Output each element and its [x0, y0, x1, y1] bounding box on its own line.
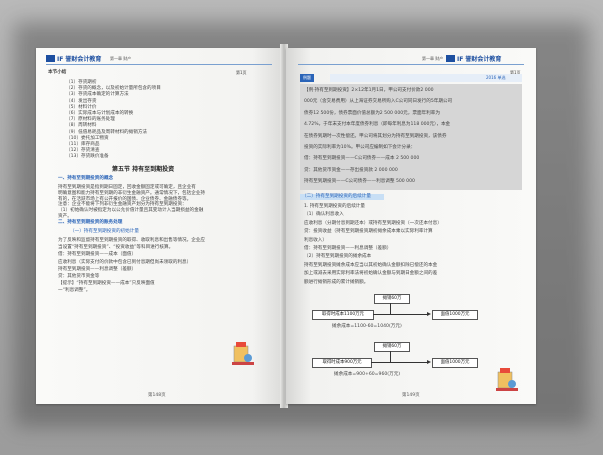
- paragraph-line: 加上或减去采用实际利率法将初始确认金额与到期日金额之间的差: [304, 271, 438, 277]
- outline-item: （3）存货成本确定的计算方法: [66, 92, 129, 98]
- outline-item: （10）委托加工物资: [66, 135, 109, 141]
- diagram-2-top-box: 摊销60万: [374, 342, 410, 352]
- example-line: 【例·持有至到期投资】2×12年1月1日，甲公司支付价款2 000: [304, 88, 434, 93]
- diagram-2-right-box: 面值1000万元: [432, 358, 478, 368]
- logo-mark-icon: [446, 55, 455, 62]
- right-page-number: 第149页: [402, 393, 420, 398]
- paragraph-line: 借：持有至到期投资——利息调整（差额）: [304, 246, 392, 251]
- outline-item: （8）周转材料: [66, 123, 97, 129]
- diagram-2-bottom-label: 摊余成本=900+60=960(万元): [334, 372, 401, 377]
- book-photo-scene: IF 誉财会计教育 第一章 财产 本节小结 第1页 （1）存货期初 （2）存货的概…: [0, 0, 603, 455]
- left-corner-label: 第1页: [236, 70, 247, 75]
- example-line: 000元（含交易费用）从上海证券交易所购入C公司同日发行的5年期公司: [304, 99, 453, 105]
- example-line: 投资的实际利率为10%。甲公司应编制如下会计分录：: [304, 145, 416, 150]
- paragraph-line: 1. 持有至到期投资的后续计量: [304, 204, 365, 209]
- outline-item: （5）材料计价: [66, 104, 97, 110]
- right-page: IF 誉财会计教育 第一章 财产 第1页 例题 2016 单选 【例·持有至到期…: [286, 48, 536, 404]
- diagram-1-right-box: 面值1000万元: [432, 310, 478, 320]
- example-line: 贷：其他货币资金——存出投资款 2 000 000: [304, 167, 398, 173]
- paragraph-line: 一“利息调整”。: [58, 288, 91, 294]
- example-line: 持有至到期投资——C公司债券——利息调整 500 000: [304, 179, 415, 185]
- paragraph-line: 【提示】“持有至到期投资——成本”只反映面值: [58, 281, 155, 287]
- subsection-2-1-title: （一）持有至到期投资的初始计量: [70, 229, 139, 234]
- paragraph-line: 应收利息（分期付息到期还本）或持有至到期投资（一次还本付息）: [304, 220, 442, 226]
- right-header-rule: [298, 64, 524, 65]
- example-line: 债券12 500份，债券票面价值总额为2 500 000元，票面年利率为: [304, 110, 440, 116]
- diagram-2-connector: [390, 351, 391, 362]
- paragraph-line: 为了反映和监督持有至到期投资的取得、收取利息和出售等情况，企业应: [58, 238, 206, 243]
- outline-item: （9）低值易耗品及周转材料的摊销方法: [66, 129, 148, 135]
- outline-item: （4）发出存货: [66, 98, 97, 104]
- paragraph-line: 贷：其他货币资金等: [58, 274, 100, 279]
- left-logo: IF 誉财会计教育: [46, 54, 101, 63]
- right-logo: IF 誉财会计教育: [446, 54, 501, 63]
- example-line: 4.72%，于年末支付本年度债券利息（即每年利息为118 000元），本金: [304, 122, 451, 128]
- left-chapter-label: 本节小结: [48, 70, 67, 75]
- logo-mark-icon: [46, 55, 55, 62]
- left-page-number: 第148页: [148, 393, 166, 398]
- example-line: 在债券到期时一次性偿还。甲公司将其划分为持有至到期投资，该债券: [304, 133, 447, 139]
- paragraph-line: 贷：投资收益（持有至到期投资期初摊余成本乘以实际利率计算: [304, 229, 433, 235]
- diagram-1-arrow: [373, 314, 427, 315]
- diagram-1-bottom-label: 摊余成本=1100-60=1040(万元): [332, 324, 402, 329]
- diagram-1-top-box: 摊销60万: [374, 294, 410, 304]
- diagram-1-arrow-head: [427, 312, 431, 316]
- paragraph-line: 持有至到期投资——利息调整（差额）: [58, 266, 137, 272]
- example-tag: 例题: [300, 74, 314, 82]
- paragraph-line: 额进行摊销形成的累计摊销额。: [304, 279, 369, 285]
- left-page: IF 誉财会计教育 第一章 财产 本节小结 第1页 （1）存货期初 （2）存货的概…: [36, 48, 282, 404]
- paragraph-line: （1）初始确认时被指定为以公允价值计量且其变动计入当期损益的金融: [58, 208, 204, 214]
- diagram-2-arrow-head: [427, 360, 431, 364]
- stationery-icon: [232, 338, 254, 366]
- subsection-2-2-title: （二）持有至到期投资的后续计量: [302, 194, 371, 199]
- outline-item: （13）存货跌价准备: [66, 154, 109, 160]
- paragraph-line: 持有至到期投资摊余成本应当以其初始确认金额扣除已偿还的本金: [304, 262, 438, 268]
- paragraph-line: 当设置“持有至到期投资”、“投资收益”等科目进行核算。: [58, 245, 174, 251]
- section-title: 第五节 持有至到期投资: [112, 166, 175, 173]
- diagram-1-connector: [390, 303, 391, 314]
- paragraph-line: 应收利息（实际支付的价款中包含已到付息期但尚未领取的利息）: [58, 259, 192, 265]
- paragraph-line: （1）确认利息收入: [304, 212, 344, 218]
- left-header-small: 第一章 财产: [110, 56, 132, 61]
- example-line: 借：持有至到期投资——C公司债券——成本 2 500 000: [304, 156, 420, 162]
- paragraph-line: 利息收入）: [304, 237, 327, 243]
- diagram-2-left-box: 取得时成本900万元: [312, 358, 372, 368]
- diagram-2-arrow: [371, 362, 427, 363]
- stationery-icon: [496, 364, 518, 392]
- year-tag: 2016 单选: [486, 75, 506, 80]
- left-header-rule: [46, 64, 272, 65]
- diagram-1-left-box: 取得时成本1100万元: [312, 310, 374, 320]
- paragraph-line: （2）持有至到期投资的摊余成本: [304, 254, 372, 260]
- paragraph-line: 借：持有至到期投资——成本（面值）: [58, 252, 137, 258]
- subsection-1-title: 一、持有至到期投资的概念: [58, 176, 114, 181]
- right-header-small: 第一章 财产: [422, 56, 444, 61]
- subsection-2-title: 二、持有至到期投资的账务处理: [58, 220, 123, 225]
